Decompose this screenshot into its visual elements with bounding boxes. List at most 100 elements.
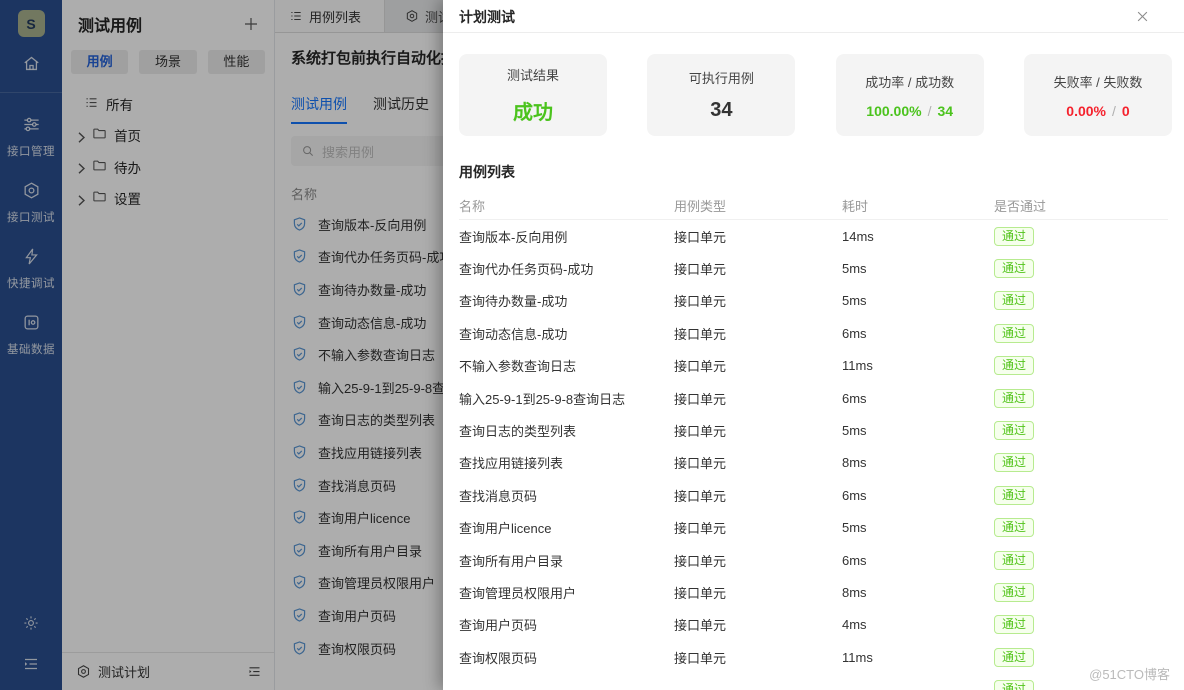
- cell-name: 查询管理员权限用户: [459, 585, 577, 601]
- status-badge: 通过: [994, 550, 1035, 570]
- cell-passed: 通过: [994, 323, 1168, 343]
- cell-type: 接口单元: [674, 488, 727, 504]
- card-success-rate: 成功率 / 成功数 100.00% / 34: [835, 54, 984, 136]
- card-label: 测试结果: [506, 68, 559, 83]
- table-row[interactable]: 查询版本-反向用例 接口单元 14ms 通过: [459, 220, 1168, 252]
- fail-rate: 0.00%: [1066, 102, 1106, 119]
- status-badge: 通过: [994, 421, 1035, 441]
- card-label: 可执行用例: [688, 71, 754, 86]
- cell-passed: 通过: [994, 582, 1168, 602]
- cell-type: 接口单元: [674, 585, 727, 601]
- cell-passed: 通过: [994, 550, 1168, 570]
- cell-type: 接口单元: [674, 262, 727, 278]
- status-badge: 通过: [994, 680, 1035, 690]
- table-row[interactable]: 查询用户licence 接口单元 5ms 通过: [459, 512, 1168, 544]
- status-badge: 通过: [994, 518, 1035, 538]
- cell-name: 查询权限页码: [459, 650, 538, 666]
- cell-passed: 通过: [994, 226, 1168, 246]
- cell-name: 查询用户licence: [459, 521, 552, 537]
- table-row[interactable]: 查询日志的类型列表 接口单元 5ms 通过: [459, 414, 1168, 446]
- cell-passed: 通过: [994, 453, 1168, 473]
- table-row[interactable]: 查找消息页码 接口单元 6ms 通过: [459, 479, 1168, 511]
- table-header-time: 耗时: [842, 199, 869, 214]
- table-row[interactable]: 查询代办任务页码-成功 接口单元 5ms 通过: [459, 252, 1168, 284]
- status-badge: 通过: [994, 582, 1035, 602]
- cell-name: 查找消息页码: [459, 488, 538, 504]
- cell-time: 8ms: [842, 455, 867, 471]
- success-rate: 100.00%: [866, 102, 922, 119]
- cell-type: 接口单元: [674, 456, 727, 472]
- status-badge: 通过: [994, 453, 1035, 473]
- cell-type: 接口单元: [674, 294, 727, 310]
- status-badge: 通过: [994, 291, 1035, 311]
- cell-type: 接口单元: [674, 521, 727, 537]
- status-badge: 通过: [994, 485, 1035, 505]
- fail-count: 0: [1121, 102, 1130, 119]
- card-executable-cases: 可执行用例 34: [647, 54, 796, 136]
- cell-type: 接口单元: [674, 424, 727, 440]
- cell-name: 查询动态信息-成功: [459, 326, 568, 342]
- close-icon[interactable]: [1135, 9, 1150, 24]
- cell-time: 5ms: [842, 423, 867, 439]
- cell-time: 6ms: [842, 487, 867, 503]
- card-value: 100.00% / 34: [866, 103, 953, 119]
- cell-name: 查询日志的类型列表: [459, 424, 577, 440]
- cell-type: 接口单元: [674, 553, 727, 569]
- cell-passed: 通过: [994, 421, 1168, 441]
- section-title: 用例列表: [459, 164, 515, 180]
- status-badge: 通过: [994, 323, 1035, 343]
- cell-passed: 通过: [994, 615, 1168, 635]
- cell-name: 不输入参数查询日志: [459, 359, 577, 375]
- watermark: @51CTO博客: [1089, 667, 1170, 682]
- card-label: 失败率 / 失败数: [1053, 74, 1143, 90]
- cell-type: 接口单元: [674, 229, 727, 245]
- cell-time: 6ms: [842, 552, 867, 568]
- cell-type: 接口单元: [674, 391, 727, 407]
- card-value: 34: [710, 99, 733, 121]
- table-row[interactable]: 查询管理员权限用户 接口单元 8ms 通过: [459, 576, 1168, 608]
- cell-name: 查询代办任务页码-成功: [459, 262, 594, 278]
- cell-passed: 通过: [994, 356, 1168, 376]
- table-row[interactable]: 通过: [459, 673, 1168, 690]
- cell-type: 接口单元: [674, 650, 727, 666]
- cell-time: 8ms: [842, 584, 867, 600]
- table-row[interactable]: 查询待办数量-成功 接口单元 5ms 通过: [459, 285, 1168, 317]
- cell-time: 11ms: [842, 649, 873, 665]
- cell-name: 查询所有用户目录: [459, 553, 564, 569]
- cell-time: 14ms: [842, 228, 874, 244]
- status-badge: 通过: [994, 615, 1035, 635]
- table-row[interactable]: 查询动态信息-成功 接口单元 6ms 通过: [459, 317, 1168, 349]
- cell-passed: 通过: [994, 388, 1168, 408]
- card-fail-rate: 失败率 / 失败数 0.00% / 0: [1023, 54, 1172, 136]
- card-label: 成功率 / 成功数: [865, 74, 955, 90]
- separator: /: [927, 102, 932, 119]
- status-badge: 通过: [994, 356, 1035, 376]
- table-header-passed: 是否通过: [994, 199, 1047, 214]
- status-badge: 通过: [994, 388, 1035, 408]
- case-result-table: 名称 用例类型 耗时 是否通过 查询版本-反向用例 接口单元 14ms 通过 查…: [459, 192, 1168, 690]
- card-test-result: 测试结果 成功: [459, 54, 607, 136]
- cell-name: 查找应用链接列表: [459, 456, 564, 472]
- cell-name: 查询用户页码: [459, 618, 538, 634]
- cell-name: 输入25-9-1到25-9-8查询日志: [459, 391, 626, 407]
- table-row[interactable]: 不输入参数查询日志 接口单元 11ms 通过: [459, 350, 1168, 382]
- cell-time: 5ms: [842, 261, 867, 277]
- table-row[interactable]: 查询用户页码 接口单元 4ms 通过: [459, 609, 1168, 641]
- modal-mask[interactable]: [0, 0, 443, 690]
- table-row[interactable]: 查询权限页码 接口单元 11ms 通过: [459, 641, 1168, 673]
- table-row[interactable]: 输入25-9-1到25-9-8查询日志 接口单元 6ms 通过: [459, 382, 1168, 414]
- cell-passed: 通过: [994, 291, 1168, 311]
- cell-time: 6ms: [842, 390, 867, 406]
- cell-time: 5ms: [842, 520, 867, 536]
- drawer-header: 计划测试: [443, 0, 1184, 33]
- cell-name: 查询版本-反向用例: [459, 229, 568, 245]
- summary-cards: 测试结果 成功 可执行用例 34 成功率 / 成功数 100.00% / 34 …: [443, 54, 1184, 136]
- cell-time: 6ms: [842, 325, 867, 341]
- table-row[interactable]: 查找应用链接列表 接口单元 8ms 通过: [459, 447, 1168, 479]
- cell-passed: 通过: [994, 485, 1168, 505]
- table-row[interactable]: 查询所有用户目录 接口单元 6ms 通过: [459, 544, 1168, 576]
- app-root: S 接口管理 接口测试 快捷调试 基础数据 测试用例 用例 场景 性能 所有 首…: [0, 0, 1184, 690]
- card-value: 成功: [513, 102, 553, 124]
- cell-passed: 通过: [994, 518, 1168, 538]
- status-badge: 通过: [994, 647, 1035, 667]
